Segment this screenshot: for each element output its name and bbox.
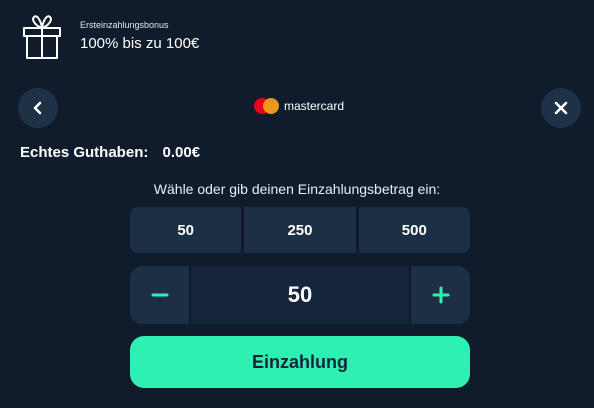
increase-button[interactable] bbox=[411, 266, 470, 324]
payment-method-name: mastercard bbox=[284, 99, 345, 113]
amount-input[interactable]: 50 bbox=[189, 266, 411, 324]
close-button[interactable] bbox=[541, 88, 581, 128]
bonus-label: Ersteinzahlungsbonus bbox=[80, 20, 169, 30]
bonus-offer: 100% bis zu 100€ bbox=[80, 35, 200, 52]
preset-amount-button[interactable]: 500 bbox=[358, 207, 470, 253]
gift-icon bbox=[23, 15, 61, 59]
close-icon bbox=[554, 101, 568, 115]
balance-label: Echtes Guthaben: bbox=[20, 144, 149, 161]
plus-icon bbox=[432, 286, 449, 304]
deposit-button[interactable]: Einzahlung bbox=[130, 336, 470, 388]
decrease-button[interactable] bbox=[130, 266, 189, 324]
preset-amounts: 50 250 500 bbox=[130, 207, 470, 253]
balance-value: 0.00€ bbox=[162, 144, 201, 161]
mastercard-logo bbox=[252, 97, 282, 115]
amount-stepper: 50 bbox=[130, 266, 470, 324]
preset-amount-button[interactable]: 250 bbox=[244, 207, 356, 253]
real-balance: Echtes Guthaben: 0.00€ bbox=[20, 144, 200, 161]
minus-icon bbox=[151, 293, 168, 297]
amount-prompt: Wähle oder gib deinen Einzahlungsbetrag … bbox=[153, 181, 441, 197]
chevron-left-icon bbox=[33, 101, 42, 115]
preset-amount-button[interactable]: 50 bbox=[130, 207, 242, 253]
payment-method: mastercard bbox=[252, 96, 344, 116]
back-button[interactable] bbox=[18, 88, 58, 128]
